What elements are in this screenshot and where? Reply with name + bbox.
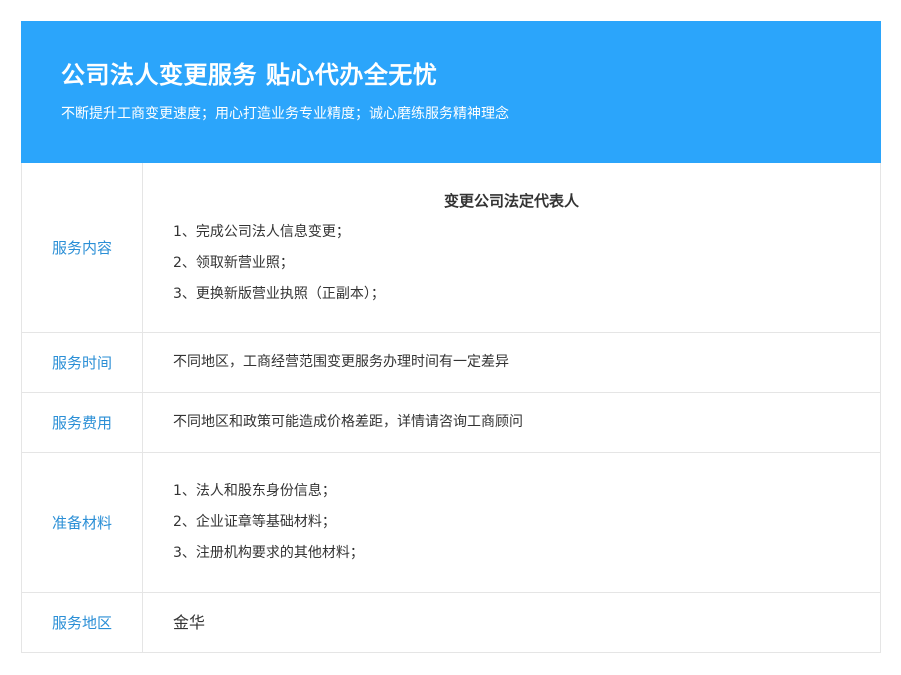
materials-item: 3、注册机构要求的其他材料；: [173, 545, 364, 561]
service-content-item: 1、完成公司法人信息变更；: [173, 223, 350, 240]
banner-subtitle: 不断提升工商变更速度；用心打造业务专业精度；诚心磨练服务精神理念: [61, 106, 509, 122]
service-area-text: 金华: [173, 613, 206, 632]
service-area-value: 金华: [143, 593, 880, 652]
service-content-value: 变更公司法定代表人 1、完成公司法人信息变更； 2、领取新营业照； 3、更换新版…: [143, 163, 880, 332]
service-fee-row: 服务费用 不同地区和政策可能造成价格差距，详情请咨询工商顾问: [22, 393, 880, 453]
service-fee-text: 不同地区和政策可能造成价格差距，详情请咨询工商顾问: [173, 414, 523, 430]
service-area-label: 服务地区: [22, 593, 143, 652]
service-time-row: 服务时间 不同地区，工商经营范围变更服务办理时间有一定差异: [22, 333, 880, 393]
materials-value: 1、法人和股东身份信息； 2、企业证章等基础材料； 3、注册机构要求的其他材料；: [143, 453, 880, 592]
service-time-value: 不同地区，工商经营范围变更服务办理时间有一定差异: [143, 333, 880, 392]
service-fee-label: 服务费用: [22, 393, 143, 452]
materials-label: 准备材料: [22, 453, 143, 592]
materials-item: 1、法人和股东身份信息；: [173, 483, 336, 499]
service-card: 公司法人变更服务 贴心代办全无忧 不断提升工商变更速度；用心打造业务专业精度；诚…: [21, 21, 881, 653]
service-content-row: 服务内容 变更公司法定代表人 1、完成公司法人信息变更； 2、领取新营业照； 3…: [22, 163, 880, 333]
materials-item: 2、企业证章等基础材料；: [173, 514, 336, 530]
service-details-table: 服务内容 变更公司法定代表人 1、完成公司法人信息变更； 2、领取新营业照； 3…: [21, 163, 881, 653]
service-time-text: 不同地区，工商经营范围变更服务办理时间有一定差异: [173, 354, 509, 370]
banner-title: 公司法人变更服务 贴心代办全无忧: [61, 61, 438, 89]
service-content-label: 服务内容: [22, 163, 143, 332]
service-fee-value: 不同地区和政策可能造成价格差距，详情请咨询工商顾问: [143, 393, 880, 452]
service-time-label: 服务时间: [22, 333, 143, 392]
service-content-item: 3、更换新版营业执照（正副本）；: [173, 285, 385, 302]
service-banner: 公司法人变更服务 贴心代办全无忧 不断提升工商变更速度；用心打造业务专业精度；诚…: [21, 21, 881, 163]
materials-row: 准备材料 1、法人和股东身份信息； 2、企业证章等基础材料； 3、注册机构要求的…: [22, 453, 880, 593]
service-content-item: 2、领取新营业照；: [173, 254, 294, 271]
service-area-row: 服务地区 金华: [22, 593, 880, 653]
service-content-heading: 变更公司法定代表人: [443, 191, 579, 210]
